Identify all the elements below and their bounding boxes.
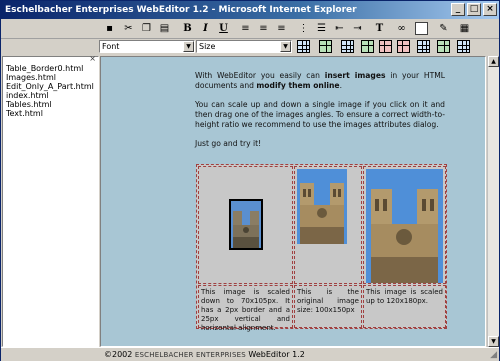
caption-cell-large[interactable]: This image is scaled up to 120x180px. (363, 285, 446, 328)
table-properties-icon[interactable] (319, 40, 332, 53)
outdent-icon[interactable]: ⇤ (333, 22, 346, 35)
file-item[interactable]: Text.html (3, 109, 98, 118)
minimize-button[interactable]: _ (451, 3, 465, 16)
cell-properties-icon[interactable] (457, 40, 470, 53)
maximize-button[interactable]: □ (467, 3, 481, 16)
caption-cell-small[interactable]: This image is scaled down to 70x105px. I… (198, 285, 293, 332)
close-button[interactable]: × (483, 3, 497, 16)
status-text: ©2002 ESCHELBACHER ENTERPRISES WebEditor… (104, 350, 305, 359)
insert-column-icon[interactable] (361, 40, 374, 53)
vertical-scrollbar[interactable]: ▲ ▼ (487, 56, 499, 347)
company-name: ESCHELBACHER ENTERPRISES (134, 351, 246, 359)
font-select-value: Font (102, 42, 120, 51)
window-title: Eschelbacher Enterprises WebEditor 1.2 -… (5, 5, 357, 15)
cathedral-image-large[interactable] (366, 169, 443, 283)
file-list-panel: × Table_Border0.html Images.html Edit_On… (2, 54, 99, 347)
bold-button[interactable]: B (181, 22, 194, 35)
file-item[interactable]: Edit_Only_A_Part.html (3, 82, 98, 91)
scaling-paragraph: You can scale up and down a single image… (195, 100, 445, 129)
delete-row-icon[interactable] (379, 40, 392, 53)
cathedral-image-small[interactable] (229, 199, 263, 250)
image-table[interactable]: This image is scaled down to 70x105px. I… (196, 164, 447, 332)
font-select[interactable]: Font ▼ (99, 40, 195, 53)
paste-icon[interactable]: ▤ (158, 22, 171, 35)
edit-icon[interactable]: ✎ (437, 22, 450, 35)
caption-original: This is the original image size: 100x150… (297, 288, 359, 314)
save-icon[interactable]: ▪ (103, 22, 116, 35)
copy-icon[interactable]: ❐ (140, 22, 153, 35)
numbered-list-icon[interactable]: ⋮ (297, 22, 310, 35)
scroll-up-icon[interactable]: ▲ (488, 56, 499, 67)
bulleted-list-icon[interactable]: ☰ (315, 22, 328, 35)
split-cell-icon[interactable] (437, 40, 450, 53)
try-paragraph: Just go and try it! (195, 139, 262, 148)
document-content[interactable]: With WebEditor you easily can insert ima… (195, 71, 445, 158)
formatting-toolbar: ▪ ✂ ❐ ▤ B I U ≡ ≡ ≡ ⋮ ☰ ⇤ ⇥ T ∞ ✎ ▦ (1, 19, 499, 39)
caption-small: This image is scaled down to 70x105px. I… (201, 288, 290, 332)
merge-cells-icon[interactable] (417, 40, 430, 53)
file-item[interactable]: Tables.html (3, 100, 98, 109)
file-item[interactable]: Images.html (3, 73, 98, 82)
scroll-down-icon[interactable]: ▼ (488, 336, 499, 347)
insert-table-icon[interactable] (297, 40, 310, 53)
cut-icon[interactable]: ✂ (122, 22, 135, 35)
window-controls: _ □ × (451, 3, 497, 16)
align-center-icon[interactable]: ≡ (257, 22, 270, 35)
caption-large: This image is scaled up to 120x180px. (366, 288, 443, 305)
align-right-icon[interactable]: ≡ (275, 22, 288, 35)
caption-cell-original[interactable]: This is the original image size: 100x150… (294, 285, 362, 328)
align-left-icon[interactable]: ≡ (239, 22, 252, 35)
size-select-value: Size (199, 42, 216, 51)
delete-column-icon[interactable] (397, 40, 410, 53)
close-panel-icon[interactable]: × (89, 54, 96, 63)
editor-area[interactable]: With WebEditor you easily can insert ima… (100, 56, 486, 347)
image-cell-large[interactable] (363, 166, 446, 284)
file-item[interactable]: index.html (3, 91, 98, 100)
status-bar: ©2002 ESCHELBACHER ENTERPRISES WebEditor… (1, 347, 499, 361)
italic-button[interactable]: I (199, 22, 212, 35)
intro-paragraph: With WebEditor you easily can insert ima… (195, 71, 445, 90)
text-color-icon[interactable]: T (373, 22, 386, 35)
size-select[interactable]: Size ▼ (196, 40, 292, 53)
file-item[interactable]: Table_Border0.html (3, 64, 98, 73)
image-cell-small[interactable] (198, 166, 293, 284)
insert-row-icon[interactable] (341, 40, 354, 53)
chevron-down-icon[interactable]: ▼ (183, 41, 194, 52)
image-cell-original[interactable] (294, 166, 362, 284)
browser-window: Eschelbacher Enterprises WebEditor 1.2 -… (0, 0, 500, 361)
cathedral-image-original[interactable] (297, 169, 347, 244)
underline-button[interactable]: U (217, 22, 230, 35)
indent-icon[interactable]: ⇥ (351, 22, 364, 35)
insert-image-icon[interactable] (415, 22, 428, 35)
title-bar: Eschelbacher Enterprises WebEditor 1.2 -… (1, 1, 499, 19)
resize-grip-icon[interactable]: ◢ (490, 350, 497, 360)
link-icon[interactable]: ∞ (395, 22, 408, 35)
properties-icon[interactable]: ▦ (458, 22, 471, 35)
font-toolbar: Font ▼ Size ▼ (1, 39, 499, 55)
chevron-down-icon[interactable]: ▼ (280, 41, 291, 52)
